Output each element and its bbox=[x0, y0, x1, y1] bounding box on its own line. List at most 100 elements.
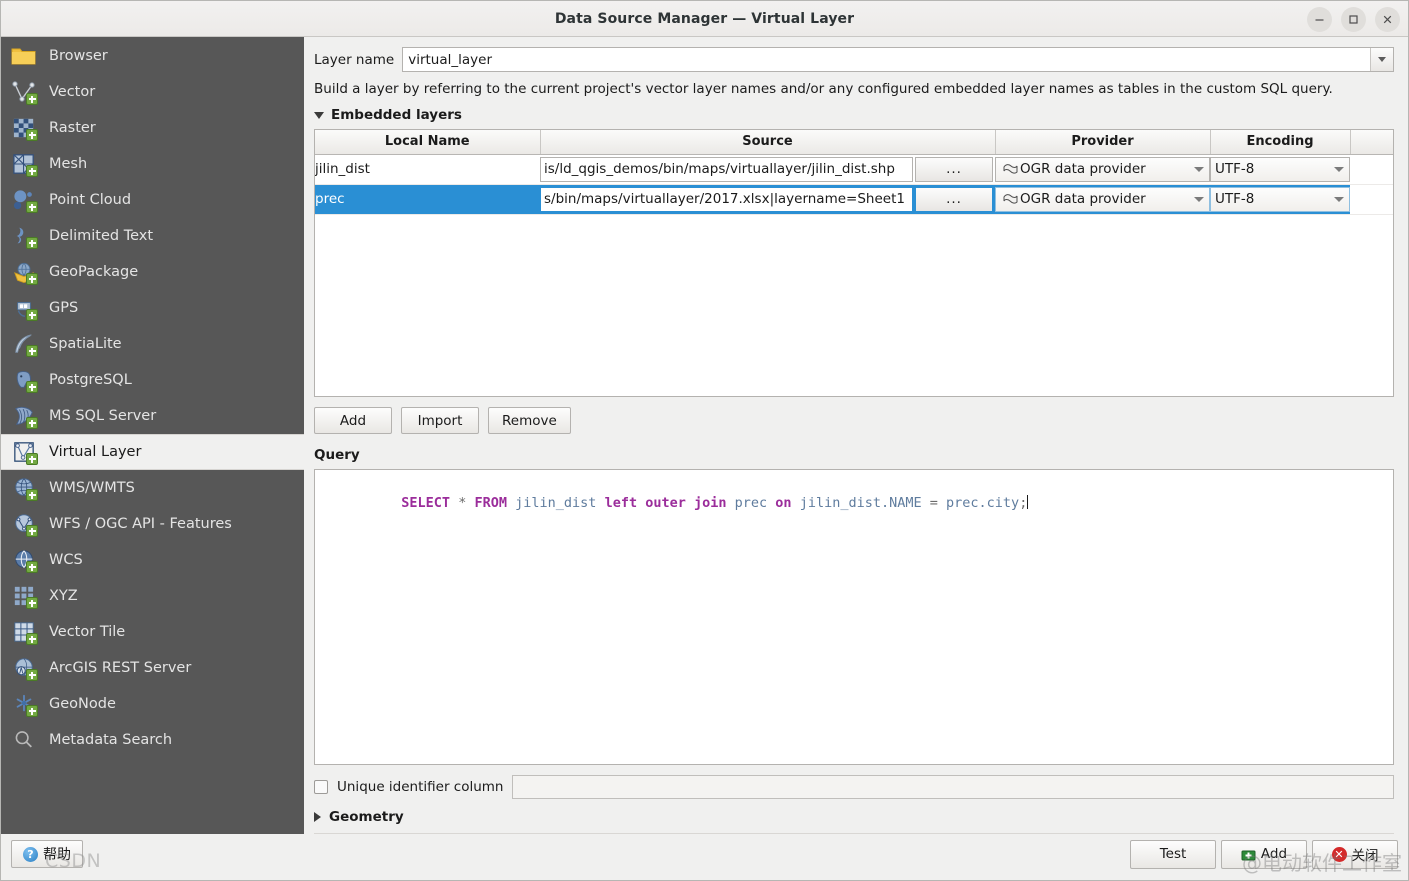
sidebar-item-delimited-text[interactable]: Delimited Text bbox=[1, 218, 304, 254]
sidebar-item-gps[interactable]: GPS bbox=[1, 290, 304, 326]
add-badge-icon bbox=[26, 633, 38, 645]
add-badge-icon bbox=[26, 525, 38, 537]
source-type-sidebar[interactable]: Browser Vector Raster Mesh Point Cloud D… bbox=[1, 37, 304, 834]
sidebar-item-vector-tile[interactable]: Vector Tile bbox=[1, 614, 304, 650]
chevron-down-icon[interactable] bbox=[1189, 196, 1209, 202]
remove-embedded-layer-button[interactable]: Remove bbox=[488, 407, 571, 434]
sidebar-item-mesh[interactable]: Mesh bbox=[1, 146, 304, 182]
provider-combo[interactable]: OGR data provider bbox=[995, 186, 1210, 212]
unique-identifier-input[interactable] bbox=[512, 775, 1394, 799]
xyz-tiles-icon bbox=[9, 583, 39, 609]
layer-name-label: Layer name bbox=[314, 51, 395, 68]
sidebar-item-ms-sql-server[interactable]: MS SQL Server bbox=[1, 398, 304, 434]
search-icon bbox=[9, 727, 39, 753]
sidebar-item-xyz[interactable]: XYZ bbox=[1, 578, 304, 614]
embedded-layers-table: Local Name Source Provider Encoding jili… bbox=[315, 130, 1393, 215]
sidebar-item-geonode[interactable]: GeoNode bbox=[1, 686, 304, 722]
embedded-layers-group-header[interactable]: Embedded layers bbox=[314, 107, 1394, 123]
cell-provider[interactable]: OGR data provider bbox=[995, 154, 1210, 185]
cell-local-name[interactable]: prec bbox=[315, 184, 540, 215]
wfs-globe-icon bbox=[9, 511, 39, 537]
sidebar-item-wcs[interactable]: WCS bbox=[1, 542, 304, 578]
geometry-group-header[interactable]: Geometry bbox=[314, 809, 1394, 825]
add-badge-icon bbox=[26, 705, 38, 717]
sidebar-item-label: SpatiaLite bbox=[49, 336, 122, 352]
unique-identifier-row: Unique identifier column bbox=[314, 775, 1394, 799]
query-editor[interactable]: SELECT * FROM jilin_dist left outer join… bbox=[314, 469, 1394, 765]
data-source-manager-window: Data Source Manager — Virtual Layer Brow… bbox=[0, 0, 1409, 881]
sidebar-item-label: MS SQL Server bbox=[49, 408, 157, 424]
close-button[interactable]: ✕ 关闭 bbox=[1312, 839, 1398, 869]
wcs-globe-icon bbox=[9, 547, 39, 573]
unique-identifier-checkbox[interactable] bbox=[314, 780, 328, 794]
title-bar: Data Source Manager — Virtual Layer bbox=[1, 1, 1408, 37]
add-badge-icon bbox=[26, 237, 38, 249]
sidebar-item-browser[interactable]: Browser bbox=[1, 38, 304, 74]
column-header-provider[interactable]: Provider bbox=[995, 130, 1211, 155]
embedded-layers-buttons: Add Import Remove bbox=[314, 407, 1394, 434]
sidebar-item-postgresql[interactable]: PostgreSQL bbox=[1, 362, 304, 398]
sidebar-item-spatialite[interactable]: SpatiaLite bbox=[1, 326, 304, 362]
sidebar-item-metadata-search[interactable]: Metadata Search bbox=[1, 722, 304, 758]
layer-name-input[interactable] bbox=[403, 48, 1370, 71]
close-button-label: 关闭 bbox=[1351, 848, 1379, 864]
help-button[interactable]: ? 帮助 bbox=[11, 840, 83, 868]
cell-filler bbox=[1350, 154, 1393, 185]
column-header-local-name[interactable]: Local Name bbox=[315, 130, 541, 155]
test-button[interactable]: Test bbox=[1130, 839, 1216, 869]
add-embedded-layer-button[interactable]: Add bbox=[314, 407, 392, 434]
sidebar-item-point-cloud[interactable]: Point Cloud bbox=[1, 182, 304, 218]
close-icon[interactable] bbox=[1375, 6, 1400, 32]
layer-name-combo[interactable] bbox=[402, 47, 1394, 72]
raster-icon bbox=[9, 115, 39, 141]
add-plus-icon bbox=[1241, 847, 1256, 862]
sidebar-item-vector[interactable]: Vector bbox=[1, 74, 304, 110]
chevron-down-icon[interactable] bbox=[1329, 196, 1349, 202]
cell-encoding[interactable]: UTF-8 bbox=[1210, 184, 1350, 215]
cell-source[interactable]: ... bbox=[540, 184, 995, 215]
encoding-value: UTF-8 bbox=[1215, 161, 1255, 177]
source-input[interactable] bbox=[540, 186, 913, 212]
triangle-down-icon bbox=[314, 111, 324, 119]
chevron-down-icon[interactable] bbox=[1370, 48, 1393, 71]
minimize-icon[interactable] bbox=[1307, 6, 1332, 32]
table-row[interactable]: prec ... bbox=[315, 184, 1393, 215]
source-input[interactable] bbox=[540, 156, 913, 182]
cell-encoding[interactable]: UTF-8 bbox=[1210, 154, 1350, 185]
encoding-combo[interactable]: UTF-8 bbox=[1210, 186, 1350, 212]
sidebar-item-virtual-layer[interactable]: Virtual Layer bbox=[1, 434, 304, 470]
add-button[interactable]: Add bbox=[1221, 839, 1307, 869]
cell-provider[interactable]: OGR data provider bbox=[995, 184, 1210, 215]
sidebar-item-wfs-ogc-api-features[interactable]: WFS / OGC API - Features bbox=[1, 506, 304, 542]
virtual-layer-icon bbox=[9, 439, 39, 465]
add-badge-icon bbox=[26, 453, 38, 465]
sidebar-item-label: WMS/WMTS bbox=[49, 480, 135, 496]
table-row[interactable]: jilin_dist ... bbox=[315, 154, 1393, 185]
chevron-down-icon[interactable] bbox=[1189, 166, 1209, 172]
import-embedded-layer-button[interactable]: Import bbox=[401, 407, 479, 434]
triangle-right-icon bbox=[314, 812, 321, 822]
maximize-icon[interactable] bbox=[1341, 6, 1366, 32]
text-cursor bbox=[1027, 494, 1029, 509]
sidebar-item-raster[interactable]: Raster bbox=[1, 110, 304, 146]
cell-local-name[interactable]: jilin_dist bbox=[315, 154, 540, 185]
geometry-label: Geometry bbox=[329, 809, 404, 825]
column-header-source[interactable]: Source bbox=[540, 130, 996, 155]
browse-source-button[interactable]: ... bbox=[915, 156, 993, 182]
sidebar-item-label: Raster bbox=[49, 120, 96, 136]
close-x-icon: ✕ bbox=[1331, 846, 1347, 862]
chevron-down-icon[interactable] bbox=[1329, 166, 1349, 172]
column-header-encoding[interactable]: Encoding bbox=[1210, 130, 1351, 155]
sidebar-item-arcgis-rest-server[interactable]: ArcGIS REST Server bbox=[1, 650, 304, 686]
sidebar-item-wms-wmts[interactable]: WMS/WMTS bbox=[1, 470, 304, 506]
ogr-provider-icon bbox=[1000, 193, 1020, 205]
cell-source[interactable]: ... bbox=[540, 154, 995, 185]
sidebar-item-label: XYZ bbox=[49, 588, 78, 604]
gps-icon bbox=[9, 295, 39, 321]
provider-combo[interactable]: OGR data provider bbox=[995, 156, 1210, 182]
encoding-combo[interactable]: UTF-8 bbox=[1210, 156, 1350, 182]
add-badge-icon bbox=[26, 201, 38, 213]
sidebar-item-geopackage[interactable]: GeoPackage bbox=[1, 254, 304, 290]
add-badge-icon bbox=[26, 489, 38, 501]
browse-source-button[interactable]: ... bbox=[915, 186, 993, 212]
